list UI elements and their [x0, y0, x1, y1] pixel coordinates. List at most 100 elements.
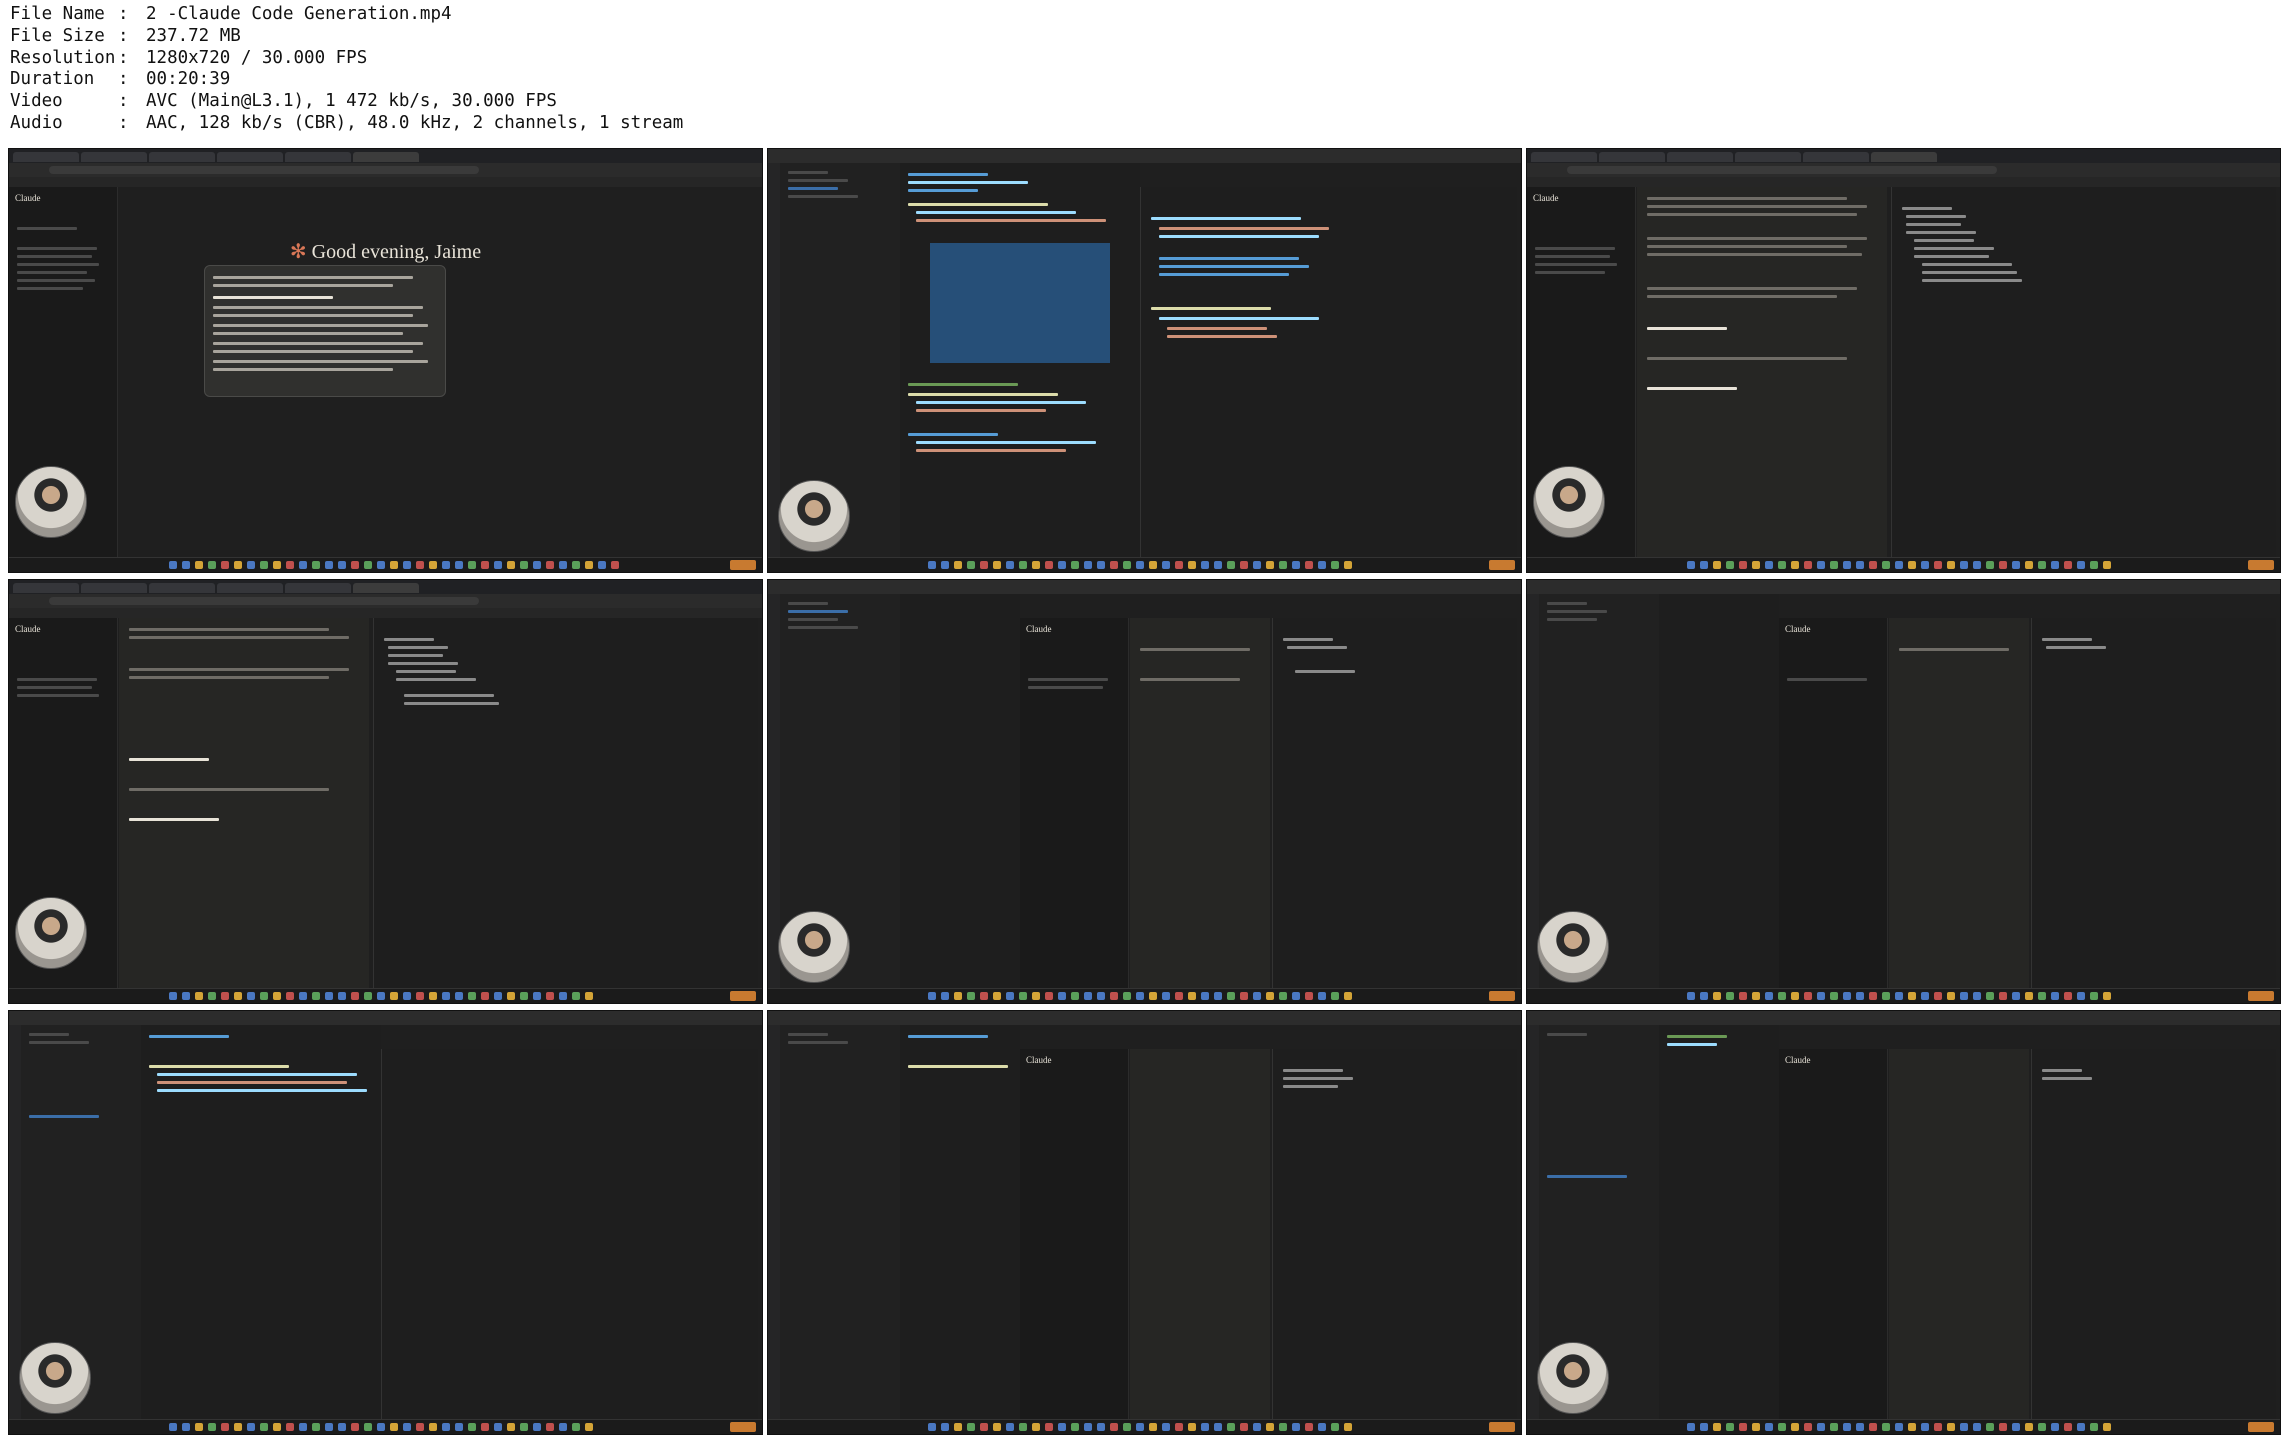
file-info-header: File Name:2 -Claude Code Generation.mp4 … — [10, 4, 910, 135]
claude-logo: Claude — [15, 624, 41, 634]
channel-badge — [730, 1422, 756, 1432]
project-structure-artifact — [1272, 618, 1517, 989]
claude-logo: Claude — [1785, 1055, 1811, 1065]
thumbnail-9[interactable]: Claude — [1526, 1010, 2281, 1435]
file-info-separator: : — [118, 4, 129, 24]
browser-tabbar — [9, 149, 762, 163]
browser-tabbar — [1527, 149, 2280, 163]
prompt-input[interactable] — [204, 265, 446, 397]
file-info-row: File Name:2 -Claude Code Generation.mp4 — [10, 4, 910, 26]
bookmarks-bar — [9, 608, 762, 618]
thumbnail-3[interactable]: Claude — [1526, 148, 2281, 573]
thumbnail-7[interactable] — [8, 1010, 763, 1435]
project-structure-artifact — [2031, 618, 2276, 989]
code-editor[interactable] — [900, 1025, 1020, 1420]
editor-titlebar — [768, 1011, 1521, 1025]
file-info-row: Video: AVC (Main@L3.1), 1 472 kb/s, 30.00… — [10, 91, 910, 113]
activity-bar — [768, 1025, 780, 1420]
file-info-key: Resolution — [10, 47, 116, 68]
webcam-overlay — [1537, 911, 1609, 983]
channel-badge — [1489, 1422, 1515, 1432]
channel-badge — [1489, 991, 1515, 1001]
file-info-value: AAC, 128 kb/s (CBR), 48.0 kHz, 2 channel… — [146, 112, 684, 133]
claude-sidebar: Claude — [1779, 1049, 1888, 1420]
editor-titlebar — [9, 1011, 762, 1025]
os-taskbar — [9, 557, 762, 572]
os-taskbar — [1527, 988, 2280, 1003]
requirements-artifact — [1272, 1049, 1517, 1420]
channel-badge — [1489, 560, 1515, 570]
claude-sidebar: Claude — [1020, 1049, 1129, 1420]
editor-titlebar — [768, 149, 1521, 163]
browser-urlbar — [9, 163, 762, 177]
claude-logo: Claude — [1785, 624, 1811, 634]
file-info-key: Duration — [10, 69, 95, 90]
file-info-value: 237.72 MB — [146, 25, 241, 46]
sparkle-icon: ✻ — [289, 241, 307, 263]
os-taskbar — [9, 988, 762, 1003]
chat-panel — [1130, 1049, 1270, 1420]
os-taskbar — [9, 1419, 762, 1434]
thumbnail-2[interactable] — [767, 148, 1522, 573]
file-info-value: 2 -Claude Code Generation.mp4 — [146, 4, 452, 24]
thumbnail-5[interactable]: Claude — [767, 579, 1522, 1004]
webcam-overlay — [1537, 1342, 1609, 1414]
file-info-value: 00:20:39 — [146, 69, 231, 90]
file-info-value: AVC (Main@L3.1), 1 472 kb/s, 30.000 FPS — [146, 91, 557, 112]
code-editor[interactable] — [900, 594, 1020, 989]
chat-panel — [1637, 187, 1887, 558]
os-taskbar — [768, 988, 1521, 1003]
code-editor[interactable] — [900, 163, 1140, 558]
file-info-separator: : — [118, 25, 129, 46]
file-info-separator: : — [118, 47, 129, 68]
webcam-overlay — [15, 466, 87, 538]
webcam-overlay — [19, 1342, 91, 1414]
webcam-overlay — [15, 897, 87, 969]
browser-urlbar — [1527, 163, 2280, 177]
claude-sidebar: Claude — [1527, 187, 1636, 558]
bookmarks-bar — [1527, 177, 2280, 187]
file-info-separator: : — [118, 91, 129, 112]
thumbnail-1[interactable]: Claude ✻ Good evening, Jaime — [8, 148, 763, 573]
claude-sidebar: Claude — [9, 618, 118, 989]
editor-titlebar — [1527, 580, 2280, 594]
project-structure-artifact — [373, 618, 758, 989]
file-info-key: Audio — [10, 112, 63, 133]
file-explorer — [780, 1025, 900, 1420]
claude-sidebar: Claude — [1020, 618, 1129, 989]
file-info-row: File Size:237.72 MB — [10, 26, 910, 48]
code-editor[interactable] — [1659, 1025, 1779, 1420]
file-info-key: Video — [10, 91, 63, 112]
webcam-overlay — [778, 480, 850, 552]
os-taskbar — [768, 557, 1521, 572]
channel-badge — [730, 560, 756, 570]
claude-logo: Claude — [15, 193, 41, 203]
thumbnail-6[interactable]: Claude — [1526, 579, 2281, 1004]
chat-panel — [1889, 1049, 2029, 1420]
thumbnail-4[interactable]: Claude — [8, 579, 763, 1004]
thumbnail-8[interactable]: Claude — [767, 1010, 1522, 1435]
code-editor[interactable] — [141, 1025, 381, 1420]
file-info-separator: : — [118, 112, 129, 133]
activity-bar — [9, 1025, 21, 1420]
browser-urlbar — [9, 594, 762, 608]
file-info-key: File Name — [10, 4, 105, 24]
gitignore-artifact — [2031, 1049, 2276, 1420]
chat-panel — [1130, 618, 1270, 989]
file-info-row: Audio: AAC, 128 kb/s (CBR), 48.0 kHz, 2 c… — [10, 113, 910, 135]
channel-badge — [2248, 1422, 2274, 1432]
activity-bar — [768, 594, 780, 989]
file-info-row: Resolution:1280x720 / 30.000 FPS — [10, 48, 910, 70]
webcam-overlay — [1533, 466, 1605, 538]
channel-badge — [2248, 560, 2274, 570]
activity-bar — [1527, 594, 1539, 989]
code-editor[interactable] — [1659, 594, 1779, 989]
editor-titlebar — [768, 580, 1521, 594]
claude-logo: Claude — [1533, 193, 1559, 203]
claude-logo: Claude — [1026, 1055, 1052, 1065]
unit-tests-artifact — [1140, 187, 1517, 558]
activity-bar — [1527, 1025, 1539, 1420]
bookmarks-bar — [9, 177, 762, 187]
claude-sidebar: Claude — [1779, 618, 1888, 989]
os-taskbar — [768, 1419, 1521, 1434]
